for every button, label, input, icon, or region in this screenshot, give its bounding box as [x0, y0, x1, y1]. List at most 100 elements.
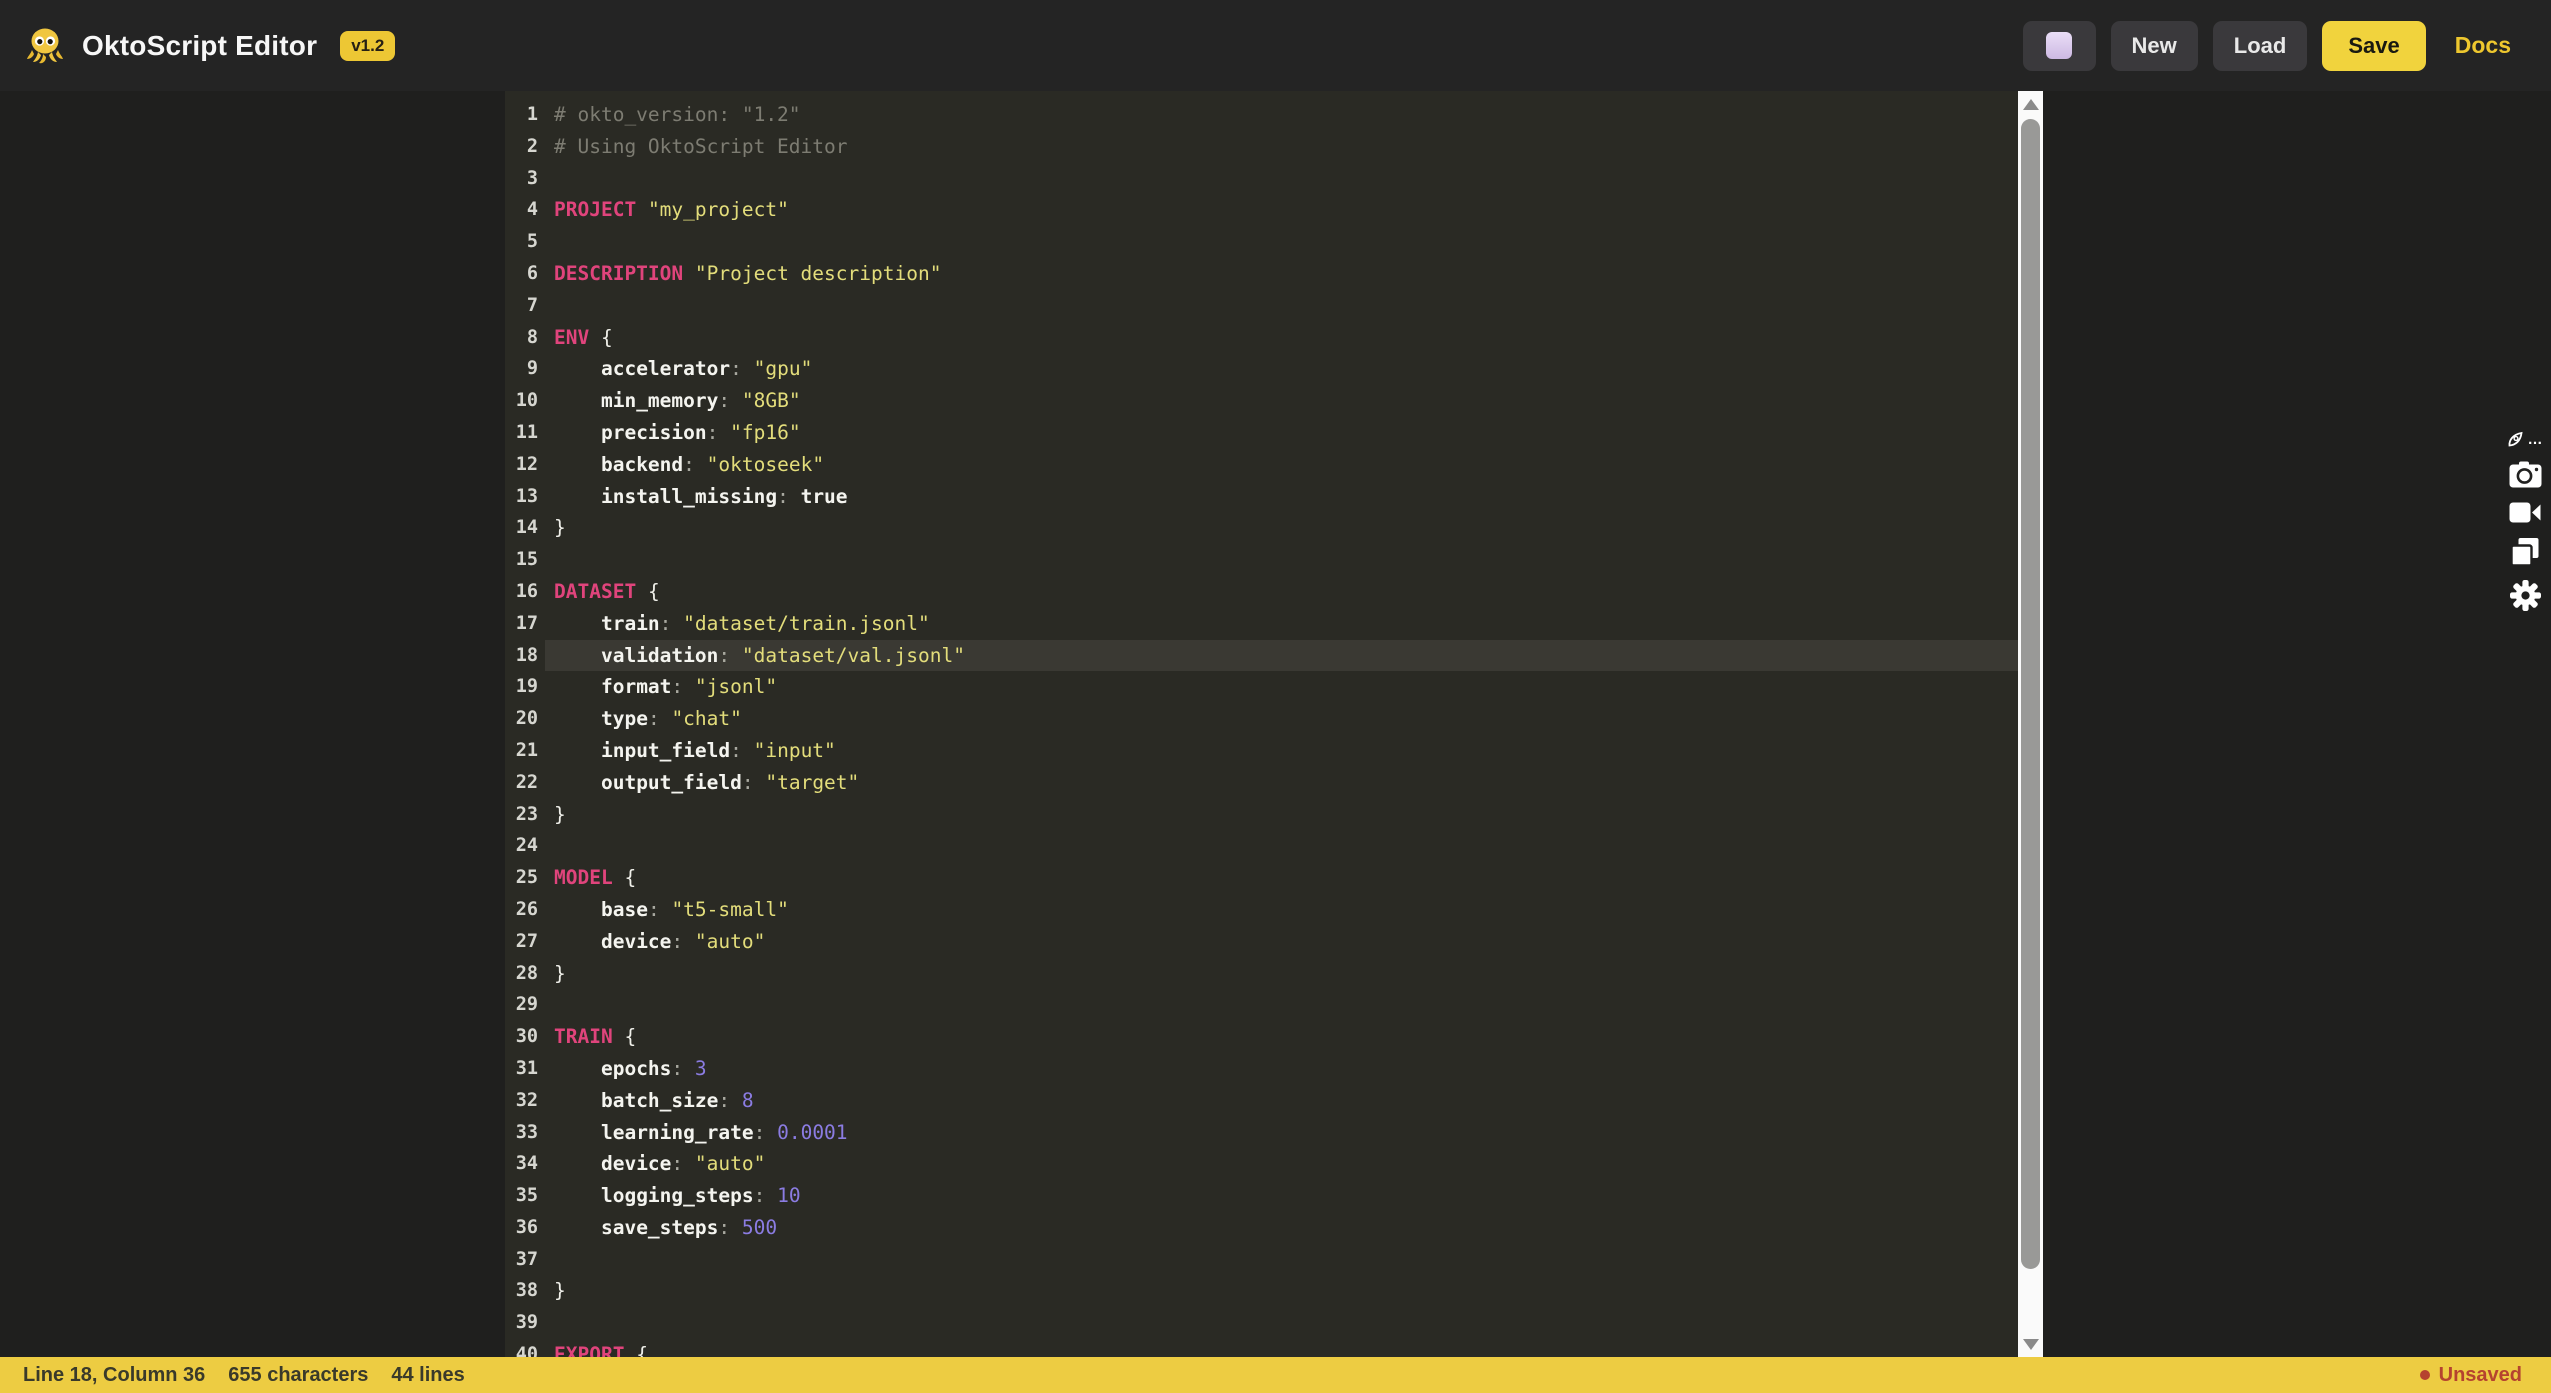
- brand: OktoScript Editor v1.2: [25, 26, 395, 66]
- code-text: [545, 163, 2018, 195]
- code-line: 1# okto_version: "1.2": [505, 99, 2018, 131]
- line-number: 12: [505, 449, 538, 481]
- code-text: [545, 830, 2018, 862]
- record-button[interactable]: [2509, 501, 2541, 524]
- code-text: min_memory: "8GB": [545, 385, 2018, 417]
- code-text: base: "t5-small": [545, 894, 2018, 926]
- status-left: Line 18, Column 36 655 characters 44 lin…: [23, 1364, 465, 1387]
- line-number: 29: [505, 989, 538, 1021]
- line-number: 3: [505, 163, 538, 195]
- line-number: 11: [505, 417, 538, 449]
- code-text: [545, 290, 2018, 322]
- code-line: 37: [505, 1244, 2018, 1276]
- code-line: 28}: [505, 958, 2018, 990]
- line-number: 10: [505, 385, 538, 417]
- code-line: 21 input_field: "input": [505, 735, 2018, 767]
- line-number: 7: [505, 290, 538, 322]
- code-line: 23}: [505, 799, 2018, 831]
- code-line: 3: [505, 163, 2018, 195]
- code-line: 22 output_field: "target": [505, 767, 2018, 799]
- version-badge: v1.2: [340, 31, 395, 61]
- code-text: # Using OktoScript Editor: [545, 131, 2018, 163]
- code-text: output_field: "target": [545, 767, 2018, 799]
- load-button[interactable]: Load: [2213, 21, 2308, 71]
- code-text: }: [545, 1275, 2018, 1307]
- code-line: 40EXPORT {: [505, 1339, 2018, 1357]
- code-line: 5: [505, 226, 2018, 258]
- main-area: 1# okto_version: "1.2"2# Using OktoScrip…: [0, 91, 2551, 1357]
- copy-button[interactable]: [2510, 537, 2540, 567]
- code-text: save_steps: 500: [545, 1212, 2018, 1244]
- code-line: 6DESCRIPTION "Project description": [505, 258, 2018, 290]
- code-line: 35 logging_steps: 10: [505, 1180, 2018, 1212]
- unsaved-dot-icon: [2420, 1370, 2430, 1380]
- rocket-icon: [2507, 431, 2524, 448]
- line-number: 16: [505, 576, 538, 608]
- editor-scrollbar[interactable]: [2018, 91, 2043, 1357]
- camera-icon: [2509, 461, 2542, 488]
- code-line: 8ENV {: [505, 322, 2018, 354]
- code-line: 19 format: "jsonl": [505, 671, 2018, 703]
- docs-link[interactable]: Docs: [2455, 32, 2511, 59]
- line-number: 24: [505, 830, 538, 862]
- code-editor[interactable]: 1# okto_version: "1.2"2# Using OktoScrip…: [505, 91, 2018, 1357]
- code-text: format: "jsonl": [545, 671, 2018, 703]
- character-count: 655 characters: [228, 1364, 368, 1387]
- line-number: 35: [505, 1180, 538, 1212]
- line-number: 2: [505, 131, 538, 163]
- unsaved-status: Unsaved: [2439, 1364, 2522, 1387]
- code-text: [545, 1244, 2018, 1276]
- code-line: 27 device: "auto": [505, 926, 2018, 958]
- settings-button[interactable]: [2510, 580, 2541, 611]
- line-count: 44 lines: [391, 1364, 464, 1387]
- save-button[interactable]: Save: [2322, 21, 2425, 71]
- code-text: learning_rate: 0.0001: [545, 1117, 2018, 1149]
- scroll-up-arrow[interactable]: [2018, 91, 2043, 117]
- code-text: MODEL {: [545, 862, 2018, 894]
- code-text: device: "auto": [545, 926, 2018, 958]
- line-number: 25: [505, 862, 538, 894]
- code-text: validation: "dataset/val.jsonl": [545, 640, 2018, 672]
- line-number: 19: [505, 671, 538, 703]
- code-text: [545, 544, 2018, 576]
- code-line: 25MODEL {: [505, 862, 2018, 894]
- code-text: type: "chat": [545, 703, 2018, 735]
- code-lines: 1# okto_version: "1.2"2# Using OktoScrip…: [505, 99, 2018, 1357]
- line-number: 18: [505, 640, 538, 672]
- code-line: 39: [505, 1307, 2018, 1339]
- line-number: 38: [505, 1275, 538, 1307]
- code-line: 4PROJECT "my_project": [505, 194, 2018, 226]
- code-text: train: "dataset/train.jsonl": [545, 608, 2018, 640]
- screenshot-button[interactable]: [2509, 461, 2542, 488]
- code-line: 34 device: "auto": [505, 1148, 2018, 1180]
- line-number: 5: [505, 226, 538, 258]
- line-number: 23: [505, 799, 538, 831]
- line-number: 22: [505, 767, 538, 799]
- line-number: 6: [505, 258, 538, 290]
- cursor-position: Line 18, Column 36: [23, 1364, 205, 1387]
- theme-color-button[interactable]: [2023, 21, 2096, 71]
- code-line: 26 base: "t5-small": [505, 894, 2018, 926]
- code-line: 12 backend: "oktoseek": [505, 449, 2018, 481]
- code-text: device: "auto": [545, 1148, 2018, 1180]
- code-line: 16DATASET {: [505, 576, 2018, 608]
- color-swatch-icon: [2046, 32, 2072, 59]
- code-line: 17 train: "dataset/train.jsonl": [505, 608, 2018, 640]
- line-number: 27: [505, 926, 538, 958]
- line-number: 33: [505, 1117, 538, 1149]
- scrollbar-thumb[interactable]: [2021, 119, 2040, 1269]
- code-line: 24: [505, 830, 2018, 862]
- code-line: 15: [505, 544, 2018, 576]
- new-button[interactable]: New: [2111, 21, 2198, 71]
- launch-menu-button[interactable]: …: [2507, 431, 2544, 448]
- line-number: 17: [505, 608, 538, 640]
- page-title: OktoScript Editor: [82, 30, 317, 62]
- code-text: install_missing: true: [545, 481, 2018, 513]
- code-line: 11 precision: "fp16": [505, 417, 2018, 449]
- code-line: 33 learning_rate: 0.0001: [505, 1117, 2018, 1149]
- scroll-down-arrow[interactable]: [2018, 1331, 2043, 1357]
- line-number: 28: [505, 958, 538, 990]
- code-line: 20 type: "chat": [505, 703, 2018, 735]
- code-text: ENV {: [545, 322, 2018, 354]
- code-text: }: [545, 512, 2018, 544]
